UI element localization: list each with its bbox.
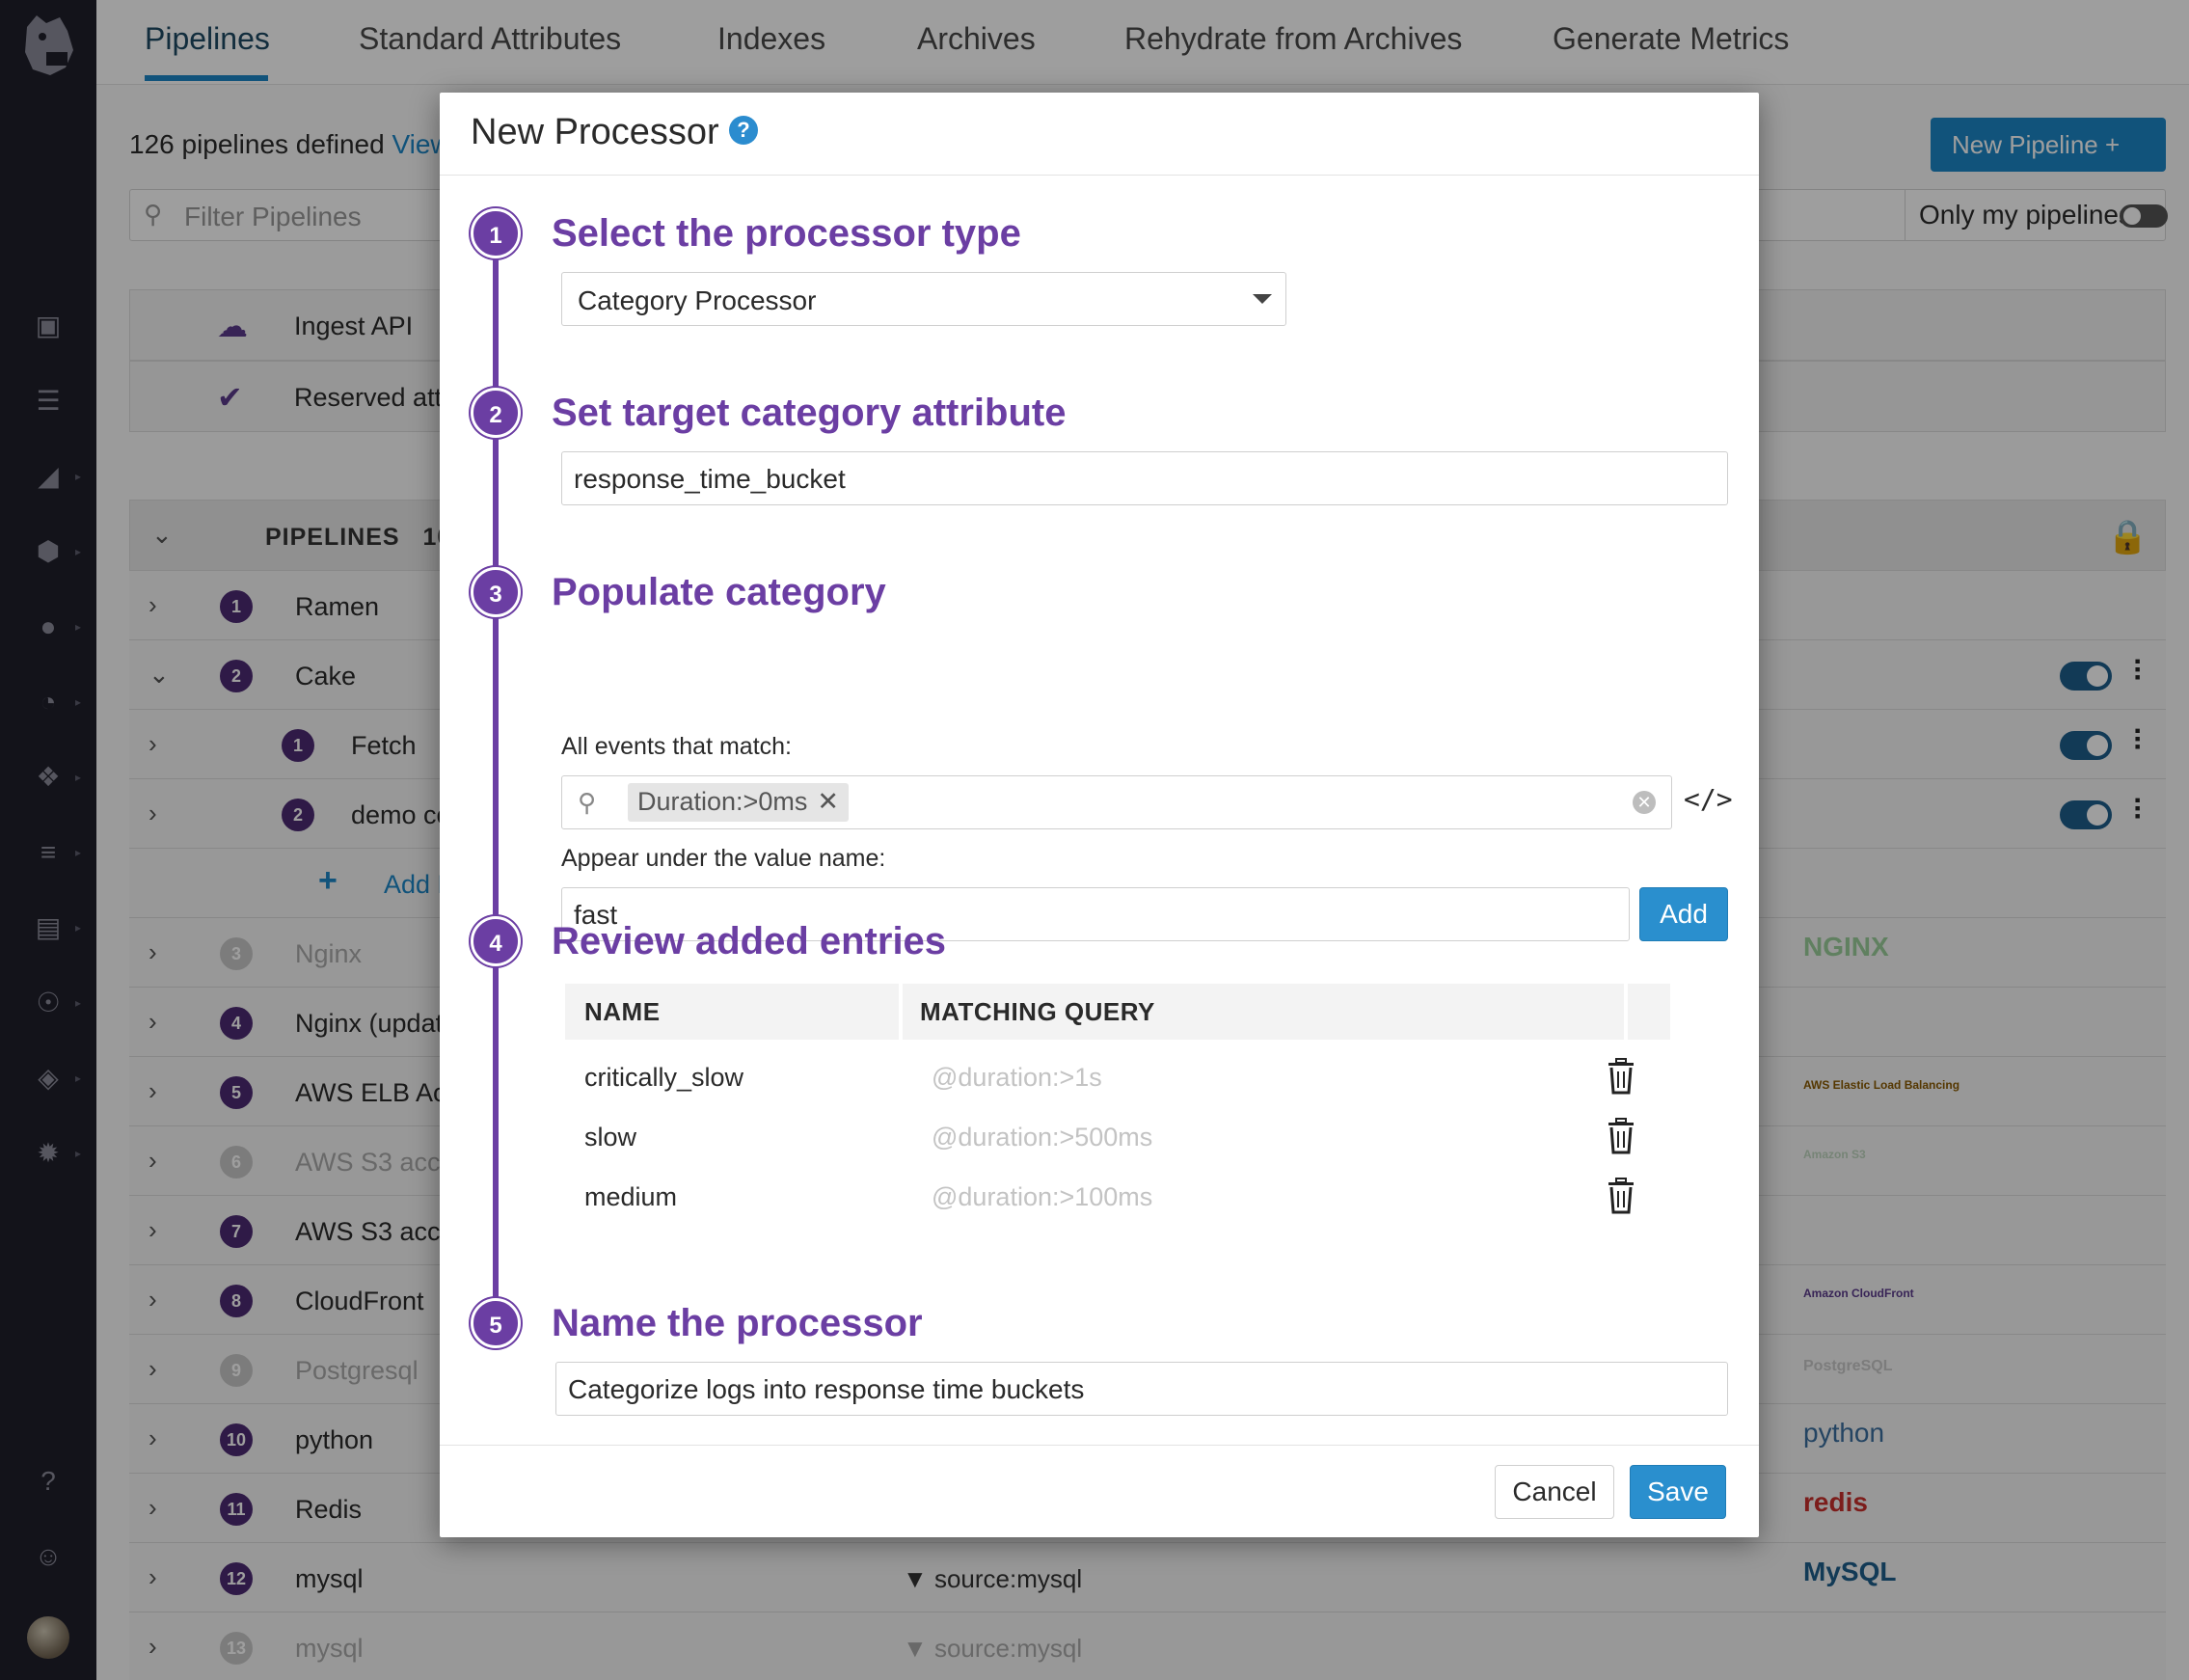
match-label: All events that match: (561, 733, 793, 760)
processor-name-input[interactable]: Categorize logs into response time bucke… (555, 1362, 1728, 1416)
query-chip[interactable]: Duration:>0ms ✕ (628, 783, 849, 822)
entry-name: medium (584, 1182, 678, 1211)
target-attribute-input[interactable]: response_time_bucket (561, 451, 1728, 505)
processor-type-value: Category Processor (578, 285, 817, 315)
entry-query: @duration:>1s (932, 1063, 1102, 1092)
modal-title: New Processor (471, 112, 719, 152)
step-title: Set target category attribute (552, 392, 1067, 434)
step-title: Name the processor (552, 1302, 923, 1344)
modal-body: 1 Select the processor type Category Pro… (440, 176, 1759, 1445)
save-button[interactable]: Save (1630, 1465, 1726, 1519)
entry-name: slow (584, 1123, 637, 1152)
help-icon[interactable]: ? (729, 116, 758, 145)
query-search-input[interactable]: ⚲ Duration:>0ms ✕ ✕ (561, 775, 1672, 829)
caret-down-icon (1253, 294, 1272, 304)
table-row: critically_slow @duration:>1s (565, 1047, 1670, 1107)
table-header: NAME MATCHING QUERY (565, 984, 1670, 1040)
value-name-label: Appear under the value name: (561, 845, 886, 872)
add-button[interactable]: Add (1639, 887, 1728, 941)
search-icon: ⚲ (578, 788, 597, 817)
query-chip-text: Duration:>0ms (637, 787, 808, 816)
step-number: 3 (471, 567, 521, 617)
column-divider (899, 984, 903, 1040)
table-row: medium @duration:>100ms (565, 1167, 1670, 1227)
remove-chip-icon[interactable]: ✕ (817, 787, 839, 816)
code-view-icon[interactable]: </> (1684, 783, 1733, 815)
step-number: 2 (471, 388, 521, 438)
cancel-button[interactable]: Cancel (1495, 1465, 1614, 1519)
modal-header: New Processor ? (440, 93, 1759, 176)
processor-type-select[interactable]: Category Processor (561, 272, 1286, 326)
column-divider (1624, 984, 1628, 1040)
entry-name: critically_slow (584, 1063, 744, 1092)
column-header-query: MATCHING QUERY (920, 997, 1155, 1026)
step-number: 5 (471, 1298, 521, 1348)
step-number: 1 (471, 208, 521, 258)
step-title: Review added entries (552, 920, 947, 962)
step-number: 4 (471, 916, 521, 966)
new-processor-modal: New Processor ? 1 Select the processor t… (440, 93, 1759, 1537)
trash-icon[interactable] (1605, 1177, 1637, 1215)
entry-query: @duration:>100ms (932, 1182, 1153, 1211)
step-title: Select the processor type (552, 212, 1021, 255)
clear-search-icon[interactable]: ✕ (1633, 791, 1656, 814)
trash-icon[interactable] (1605, 1117, 1637, 1155)
column-header-name: NAME (584, 997, 661, 1026)
table-row: slow @duration:>500ms (565, 1107, 1670, 1167)
step-title: Populate category (552, 571, 886, 613)
modal-footer: Cancel Save (440, 1445, 1759, 1537)
entry-query: @duration:>500ms (932, 1123, 1153, 1152)
trash-icon[interactable] (1605, 1057, 1637, 1096)
